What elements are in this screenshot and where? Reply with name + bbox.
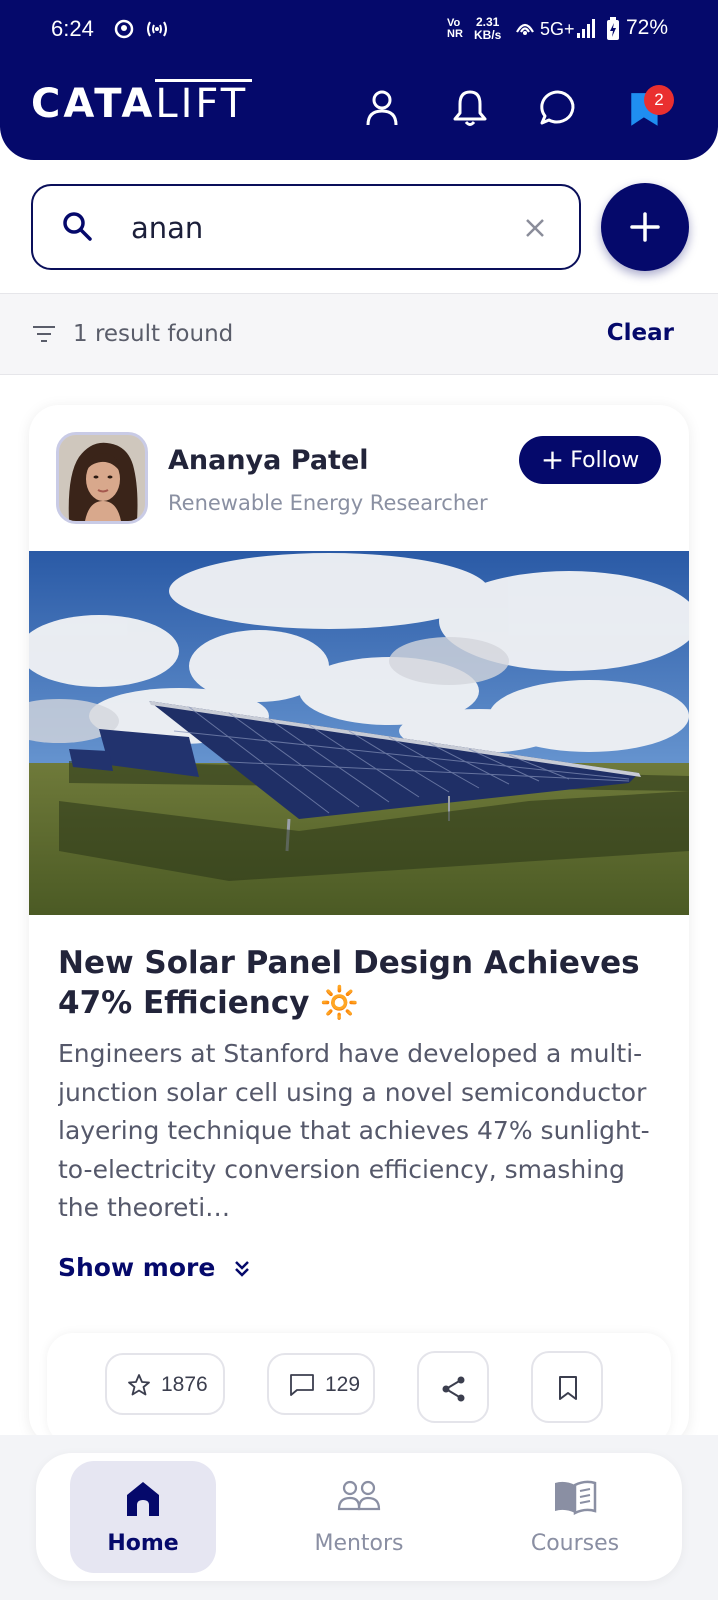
clear-results-button[interactable]: Clear: [607, 320, 674, 346]
status-right: 5G+: [540, 19, 575, 40]
comment-button[interactable]: 129: [267, 1353, 375, 1415]
chat-icon[interactable]: [538, 88, 578, 128]
bell-icon[interactable]: [450, 88, 490, 128]
nav-item-mentors[interactable]: Mentors: [286, 1461, 432, 1573]
app-header: 6:24 Vo NR 2.31 KB/s 5G+ 72% CATALIFT 2: [0, 0, 718, 160]
profile-icon[interactable]: [362, 88, 402, 128]
star-icon: [128, 1374, 150, 1396]
battery-level: 72%: [626, 16, 669, 39]
book-icon: [555, 1480, 597, 1515]
post-image[interactable]: [29, 551, 689, 915]
app-logo[interactable]: CATALIFT: [31, 82, 248, 126]
avatar-image: [59, 435, 145, 521]
show-more-button[interactable]: Show more: [58, 1253, 252, 1282]
status-bar: 6:24 Vo NR 2.31 KB/s 5G+ 72%: [0, 0, 718, 60]
home-icon: [127, 1482, 159, 1516]
save-button[interactable]: [531, 1351, 603, 1423]
comment-icon: [290, 1374, 314, 1396]
comment-count: 129: [325, 1373, 361, 1396]
network-speed: 2.31 KB/s: [474, 16, 501, 42]
follow-button[interactable]: + Follow: [519, 436, 661, 484]
chevron-down-icon: [235, 1261, 249, 1277]
network-type: 5G+: [540, 19, 575, 39]
sun-emoji: 🔆: [320, 985, 359, 1021]
follow-label: Follow: [570, 448, 640, 473]
post-actions: 1876 129: [47, 1333, 671, 1445]
status-time: 6:24: [51, 16, 94, 41]
author-role: Renewable Energy Researcher: [168, 491, 488, 515]
net-speed-unit: KB/s: [474, 28, 502, 42]
bookmark-outline-icon: [559, 1376, 577, 1400]
share-button[interactable]: [417, 1351, 489, 1423]
nav-label-mentors: Mentors: [314, 1531, 404, 1556]
signal-icon: [577, 19, 595, 38]
mentors-icon: [337, 1480, 381, 1511]
search-input[interactable]: [131, 206, 491, 250]
bookmark-badge: 2: [644, 85, 674, 115]
app-notification-icon: [114, 19, 134, 39]
logo-text-light: LIFT: [155, 81, 249, 127]
nav-label-home: Home: [107, 1531, 179, 1556]
hotspot-icon: [147, 21, 167, 37]
star-count: 1876: [161, 1373, 208, 1396]
solar-panels-image: [29, 551, 689, 915]
show-more-label: Show more: [58, 1253, 216, 1282]
plus-icon: +: [540, 443, 565, 476]
wifi-call-icon: [516, 23, 534, 35]
battery-icon: [607, 17, 619, 40]
net-speed-value: 2.31: [475, 15, 500, 29]
filter-icon[interactable]: [32, 324, 56, 344]
post-body: Engineers at Stanford have developed a m…: [58, 1039, 650, 1222]
nav-item-home[interactable]: Home: [70, 1461, 216, 1573]
avatar[interactable]: [56, 432, 148, 524]
nav-item-courses[interactable]: Courses: [502, 1461, 648, 1573]
logo-text-bold: CATA: [31, 81, 156, 127]
search-bar[interactable]: [31, 184, 581, 270]
result-count: 1 result found: [73, 321, 234, 347]
search-icon: [63, 212, 92, 241]
share-icon: [442, 1376, 465, 1402]
post-card: Ananya Patel Renewable Energy Researcher…: [29, 405, 689, 1445]
results-bar: 1 result found Clear: [0, 293, 718, 375]
close-icon[interactable]: [523, 216, 547, 240]
volte-icon: Vo NR: [447, 17, 463, 40]
author-name[interactable]: Ananya Patel: [168, 445, 369, 476]
add-post-button[interactable]: [601, 183, 689, 271]
nav-label-courses: Courses: [530, 1531, 620, 1556]
bottom-nav: Home Mentors Courses: [36, 1453, 682, 1581]
post-title[interactable]: New Solar Panel Design Achieves 47% Effi…: [58, 943, 658, 1023]
star-button[interactable]: 1876: [105, 1353, 225, 1415]
plus-icon: [630, 212, 660, 242]
